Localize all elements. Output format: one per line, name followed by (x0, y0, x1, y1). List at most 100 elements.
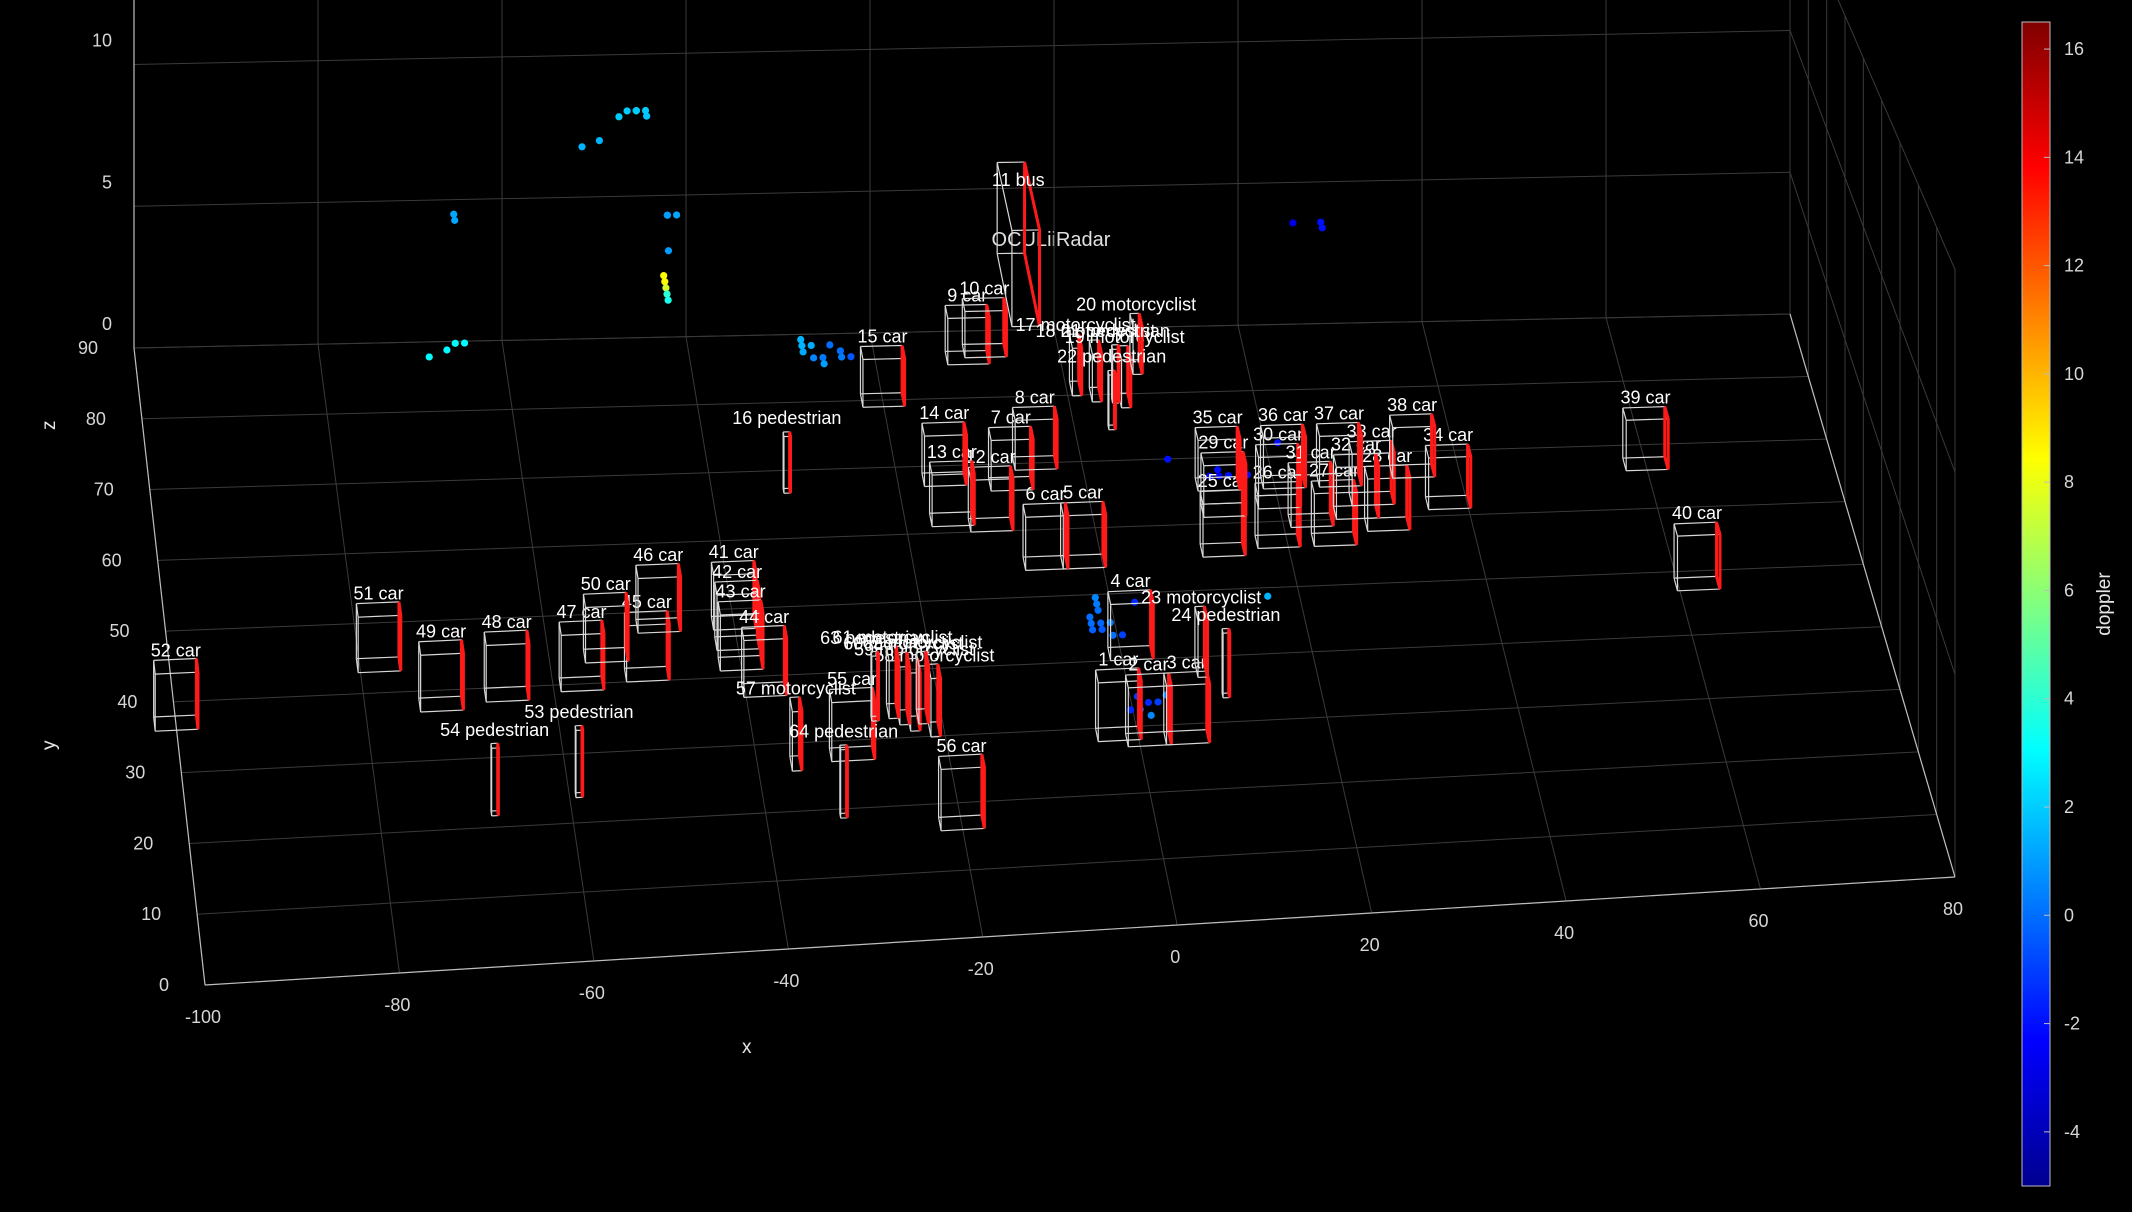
radar-point (662, 284, 670, 292)
y-axis-line (133, 347, 206, 986)
box-edge (962, 342, 1004, 345)
object-car: 8 car (1011, 387, 1059, 471)
box-front-face (924, 651, 930, 724)
box-front-face (600, 619, 606, 691)
box-edge (420, 652, 464, 656)
y-tick-label: 10 (141, 904, 161, 924)
box-edge (941, 766, 985, 771)
radar-point (836, 347, 844, 355)
box-edge (743, 638, 787, 642)
radar-point (443, 346, 451, 354)
box-front-face (1466, 443, 1473, 509)
box-edge (1200, 502, 1244, 505)
x-axis-label: x (742, 1037, 752, 1058)
box-edge (1202, 554, 1246, 558)
box-front-face (894, 645, 901, 719)
x-tick-label: 0 (1170, 947, 1180, 967)
z-tick-label: 5 (102, 172, 112, 192)
object-label: 54 pedestrian (440, 720, 549, 740)
z-tick-label: 0 (102, 314, 112, 334)
colorbar-tick-label: -4 (2064, 1122, 2080, 1142)
colorbar-tick-label: 0 (2064, 905, 2074, 925)
object-label: 20 motorcyclist (1076, 294, 1196, 314)
box-edge (626, 679, 670, 683)
radar-point (1093, 600, 1101, 608)
grid-line-x (1421, 321, 1567, 902)
box-edge (1015, 468, 1058, 471)
object-label: 2 car (1128, 654, 1168, 674)
box-edge (1367, 529, 1410, 532)
x-tick-label: -80 (384, 995, 410, 1015)
object-label: 46 car (633, 545, 683, 565)
x-axis-ticks: -100 -80 -60 -40 -20 0 20 40 60 80 (185, 899, 1963, 1027)
box-front-face (985, 304, 991, 365)
box-edge (1288, 512, 1331, 516)
radar-point (425, 353, 433, 361)
box-front-face (1137, 667, 1143, 740)
radar-point (1164, 455, 1172, 463)
y-axis-ticks: 0 10 20 30 40 50 60 70 80 90 (78, 338, 169, 995)
object-car: 51 car (354, 584, 404, 674)
object-label: 57 motorcyclist (736, 678, 856, 698)
chart-canvas: OCULiiRadar -100-80-60-40-20020406080 01… (39, 0, 2115, 1187)
x-axis-line (204, 876, 1956, 986)
object-label: 8 car (1015, 387, 1055, 407)
object-label: 31 car (1286, 442, 1336, 462)
box-edge (585, 660, 629, 664)
colorbar-tick-label: -2 (2064, 1014, 2080, 1034)
box-edge (1336, 517, 1379, 520)
colorbar-tick-label: 12 (2064, 256, 2084, 276)
box-edge (1428, 507, 1471, 511)
radar-point (819, 353, 827, 362)
box-front-face (1205, 670, 1212, 744)
object-label: 11 bus (992, 170, 1045, 190)
box-edge (862, 405, 905, 408)
box-front-face (1374, 453, 1381, 519)
y-tick-label: 90 (78, 338, 98, 358)
radar-point (460, 339, 469, 347)
box-front-face (1008, 465, 1015, 531)
z-tick-label: 10 (92, 31, 112, 51)
radar-point (663, 211, 671, 219)
box-edge (1674, 575, 1717, 579)
box-edge (358, 614, 401, 618)
radar-point (578, 143, 586, 151)
box-front-face (1715, 521, 1722, 590)
object-car: 31 car (1286, 442, 1336, 529)
box-edge (638, 576, 681, 580)
box-front-face (1352, 479, 1359, 546)
box-front-face (496, 743, 500, 816)
radar-point (838, 353, 846, 361)
object-car: 13 car (927, 442, 977, 528)
radar-point (1091, 593, 1099, 602)
object-car: 40 car (1672, 503, 1722, 592)
box-edge (1098, 738, 1142, 743)
x-tick-label: -20 (968, 959, 994, 979)
box-edge (829, 745, 873, 749)
radar-point (643, 112, 651, 120)
y-tick-label: 70 (94, 480, 114, 500)
box-front-face (1028, 426, 1035, 491)
box-front-face (525, 629, 531, 701)
box-front-face (676, 563, 683, 632)
x-far-edge (1789, 313, 1956, 878)
box-edge (1128, 744, 1172, 748)
box-edge (635, 617, 679, 621)
grid-line-z (133, 171, 1791, 207)
colorbar-tick-label: 6 (2064, 580, 2074, 600)
radar-point (810, 354, 818, 362)
y-tick-label: 60 (102, 550, 122, 570)
y-tick-label: 40 (117, 692, 137, 712)
radar-point (1147, 711, 1155, 719)
box-front-face (665, 610, 671, 681)
object-label: 56 car (936, 736, 986, 756)
radar-point (1086, 613, 1094, 621)
object-label: 64 pedestrian (789, 721, 898, 741)
object-label: 43 car (716, 582, 766, 602)
object-label: 51 car (354, 584, 404, 604)
radar-point (632, 107, 640, 115)
object-label: 7 car (991, 407, 1031, 427)
radar-point (1154, 698, 1162, 706)
object-label: 5 car (1063, 483, 1103, 503)
x-tick-label: -60 (579, 983, 605, 1003)
